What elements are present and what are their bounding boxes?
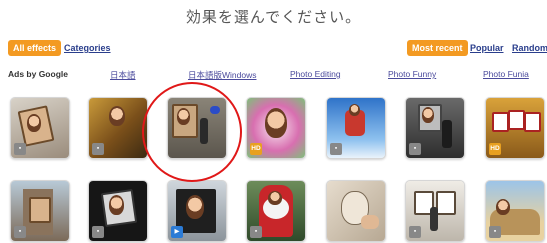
photo-badge-icon: ▪ [92, 226, 104, 238]
photo-face [422, 107, 434, 123]
effect-thumbnail-12[interactable] [326, 180, 386, 242]
effect-thumbnail-10[interactable]: ▶ [167, 180, 227, 242]
filter-categories[interactable]: Categories [61, 40, 114, 56]
person-figure [200, 118, 208, 144]
photo-face [265, 108, 287, 138]
photo-badge-icon: ▪ [409, 226, 421, 238]
photo-face [27, 114, 41, 132]
photo-badge-icon: ▪ [250, 226, 262, 238]
photo-frame [508, 110, 525, 130]
photo-badge-icon: ▪ [409, 143, 421, 155]
ad-link-photo-editing[interactable]: Photo Editing [290, 69, 341, 79]
photo-badge-icon: ▪ [14, 143, 26, 155]
photo-badge-icon: ▪ [92, 143, 104, 155]
effect-thumbnail-3[interactable] [167, 97, 227, 159]
filter-all-effects[interactable]: All effects [8, 40, 62, 56]
photo-face [109, 106, 125, 126]
video-badge-icon: ▶ [171, 226, 183, 238]
photo-badge-icon: ▪ [14, 226, 26, 238]
photo-badge-icon: ▪ [330, 143, 342, 155]
effect-thumbnail-1[interactable]: ▪ [10, 97, 70, 159]
sort-most-recent[interactable]: Most recent [407, 40, 468, 56]
hd-badge-icon: HD [250, 143, 262, 155]
effect-thumbnail-5[interactable]: ▪ [326, 97, 386, 159]
effect-thumbnail-14[interactable]: ▪ [485, 180, 545, 242]
photo-frame [436, 191, 456, 215]
page-title: 効果を選んでください。 [185, 8, 362, 26]
photo-badge-icon: ▪ [489, 226, 501, 238]
photo-frame [492, 112, 509, 132]
person-figure [430, 207, 438, 231]
ad-link-photo-funny[interactable]: Photo Funny [388, 69, 436, 79]
photo-face [268, 191, 282, 205]
effect-thumbnail-2[interactable]: ▪ [88, 97, 148, 159]
ads-bar: Ads by Google 日本語 日本語版Windows Photo Edit… [0, 69, 547, 81]
sort-random[interactable]: Random [509, 40, 547, 56]
ad-link-windows[interactable]: 日本語版Windows [188, 69, 256, 81]
hd-badge-icon: HD [489, 143, 501, 155]
effect-thumbnail-9[interactable]: ▪ [88, 180, 148, 242]
person-figure [442, 120, 452, 148]
photo-face [177, 108, 190, 125]
photo-face [186, 195, 204, 219]
effect-thumbnail-7[interactable]: HD [485, 97, 545, 159]
photo-face [496, 199, 510, 215]
photo-face [109, 195, 124, 215]
sort-popular[interactable]: Popular [467, 40, 507, 56]
ads-label: Ads by Google [8, 69, 68, 79]
effect-thumbnail-11[interactable]: ▪ [246, 180, 306, 242]
underground-sign-icon [210, 106, 220, 114]
ad-link-photo-funia[interactable]: Photo Funia [483, 69, 529, 79]
photo-frame [524, 112, 541, 132]
effect-thumbnail-6[interactable]: ▪ [405, 97, 465, 159]
effect-thumbnail-8[interactable]: ▪ [10, 180, 70, 242]
ad-link-japanese[interactable]: 日本語 [110, 69, 136, 81]
photo-face [349, 104, 360, 116]
hand-shape [361, 215, 379, 229]
effect-thumbnail-13[interactable]: ▪ [405, 180, 465, 242]
photo-frame [29, 197, 51, 223]
effect-thumbnail-4[interactable]: HD [246, 97, 306, 159]
